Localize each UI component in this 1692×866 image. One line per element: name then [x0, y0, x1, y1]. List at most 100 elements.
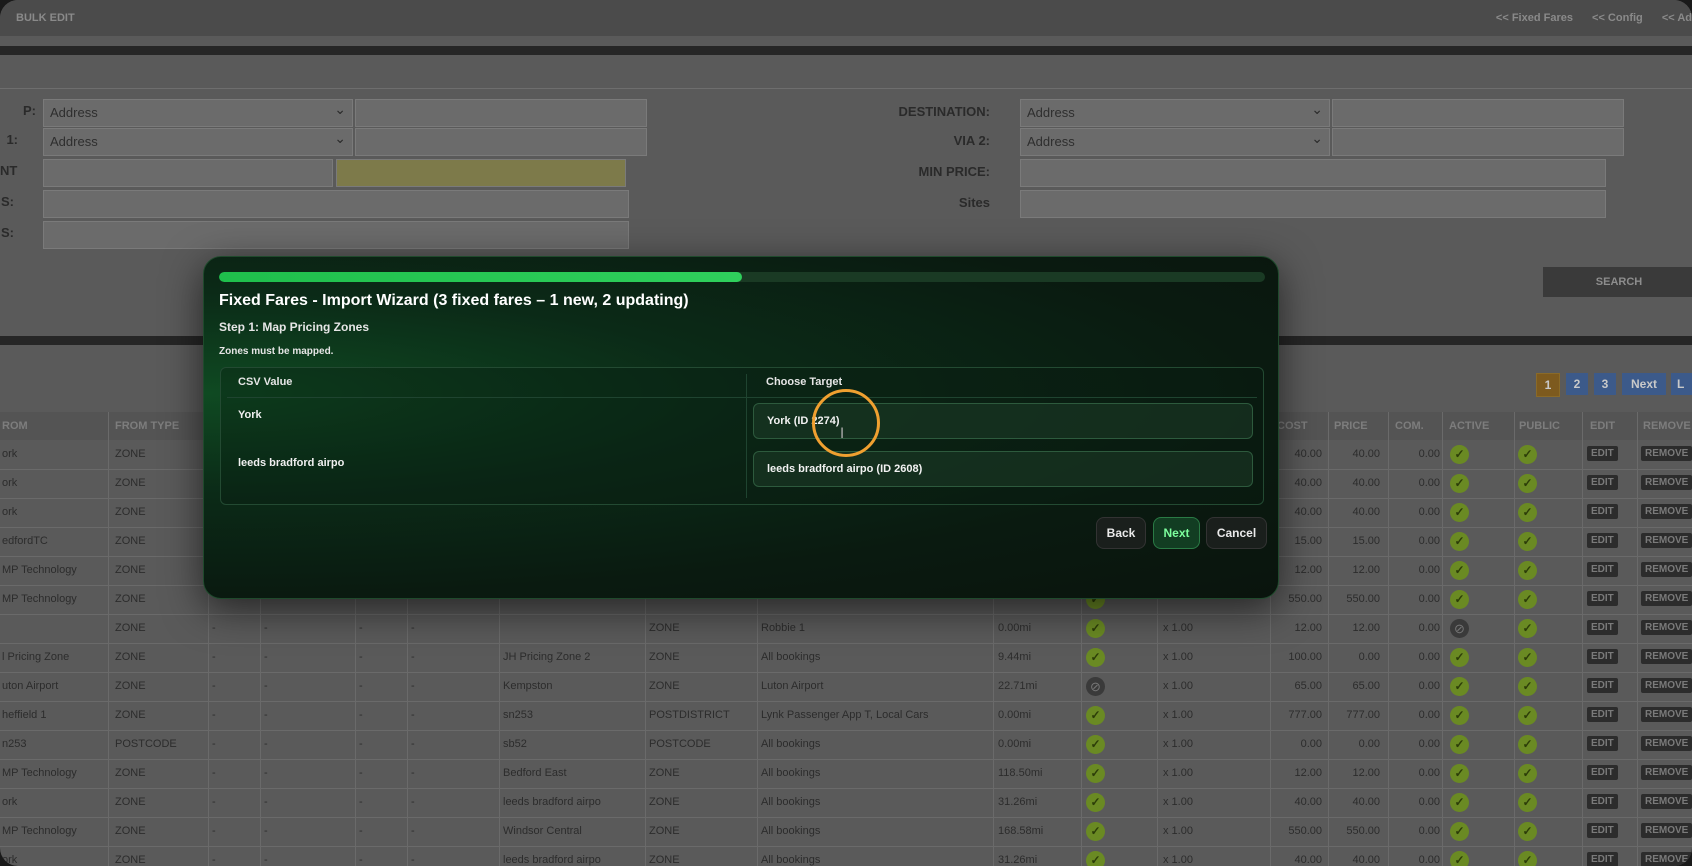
active-check-icon[interactable]: ✓	[1450, 532, 1469, 551]
remove-button[interactable]: REMOVE	[1641, 533, 1692, 548]
edit-button[interactable]: EDIT	[1587, 591, 1618, 606]
active-check-icon[interactable]: ✓	[1450, 648, 1469, 667]
remove-button[interactable]: REMOVE	[1641, 562, 1692, 577]
destination-type-select[interactable]: Address	[1020, 99, 1330, 127]
remove-button[interactable]: REMOVE	[1641, 504, 1692, 519]
page-1-button[interactable]: 1	[1536, 373, 1560, 397]
active-check-icon[interactable]: ✓	[1450, 445, 1469, 464]
active-check-icon[interactable]: ✓	[1450, 677, 1469, 696]
top-bar: BULK EDIT << Fixed Fares << Config << Ad	[0, 0, 1692, 36]
back-button[interactable]: Back	[1096, 517, 1146, 549]
sites-input[interactable]	[1020, 190, 1606, 218]
via1-type-select[interactable]: Address	[43, 128, 353, 156]
link-config[interactable]: << Config	[1592, 12, 1643, 24]
public-check-icon[interactable]: ✓	[1518, 474, 1537, 493]
remove-button[interactable]: REMOVE	[1641, 707, 1692, 722]
public-check-icon[interactable]: ✓	[1518, 648, 1537, 667]
cell-from-type: ZONE	[115, 448, 146, 460]
edit-button[interactable]: EDIT	[1587, 562, 1618, 577]
remove-button[interactable]: REMOVE	[1641, 649, 1692, 664]
edit-button[interactable]: EDIT	[1587, 794, 1618, 809]
remove-button[interactable]: REMOVE	[1641, 475, 1692, 490]
public-check-icon[interactable]: ✓	[1518, 764, 1537, 783]
public-check-icon[interactable]: ✓	[1518, 619, 1537, 638]
edit-button[interactable]: EDIT	[1587, 504, 1618, 519]
active-check-icon[interactable]: ✓	[1450, 822, 1469, 841]
remove-button[interactable]: REMOVE	[1641, 620, 1692, 635]
page-2-button[interactable]: 2	[1566, 373, 1588, 395]
edit-button[interactable]: EDIT	[1587, 852, 1618, 866]
account-input[interactable]	[43, 159, 333, 187]
active-check-icon[interactable]: ✓	[1450, 706, 1469, 725]
public-check-icon[interactable]: ✓	[1518, 503, 1537, 522]
pickup-type-select[interactable]: Address	[43, 99, 353, 127]
public-check-icon[interactable]: ✓	[1518, 851, 1537, 866]
via2-text-input[interactable]	[1332, 128, 1624, 156]
filter-label-min-price: MIN PRICE:	[918, 164, 991, 179]
public-check-icon[interactable]: ✓	[1518, 677, 1537, 696]
active-check-icon[interactable]: ✓	[1450, 590, 1469, 609]
link-admin[interactable]: << Ad	[1662, 12, 1692, 24]
active-check-icon[interactable]: ✓	[1450, 735, 1469, 754]
edit-button[interactable]: EDIT	[1587, 765, 1618, 780]
public-check-icon[interactable]: ✓	[1518, 822, 1537, 841]
public-check-icon[interactable]: ✓	[1518, 532, 1537, 551]
remove-button[interactable]: REMOVE	[1641, 678, 1692, 693]
column-divider	[108, 412, 109, 866]
public-check-icon[interactable]: ✓	[1518, 561, 1537, 580]
col-header-price: PRICE	[1334, 420, 1368, 432]
via2-type-select[interactable]: Address	[1020, 128, 1330, 156]
edit-button[interactable]: EDIT	[1587, 678, 1618, 693]
page-3-button[interactable]: 3	[1594, 373, 1616, 395]
next-page-button[interactable]: Next	[1622, 373, 1666, 395]
cell-com: 0.00	[1418, 709, 1440, 721]
edit-button[interactable]: EDIT	[1587, 620, 1618, 635]
remove-button[interactable]: REMOVE	[1641, 852, 1692, 866]
active-check-icon[interactable]: ✓	[1450, 764, 1469, 783]
filter-row5-input[interactable]	[43, 221, 629, 249]
remove-button[interactable]: REMOVE	[1641, 446, 1692, 461]
filter-row4-input[interactable]	[43, 190, 629, 218]
edit-button[interactable]: EDIT	[1587, 475, 1618, 490]
active-check-icon[interactable]: ✓	[1450, 851, 1469, 866]
cell-cost: 12.00	[1294, 622, 1322, 634]
target-select-2[interactable]: leeds bradford airpo (ID 2608)	[753, 451, 1253, 487]
account-lookup-field[interactable]	[336, 159, 626, 187]
public-check-icon[interactable]: ✓	[1518, 706, 1537, 725]
active-check-icon[interactable]: ✓	[1450, 793, 1469, 812]
edit-button[interactable]: EDIT	[1587, 736, 1618, 751]
active-check-icon[interactable]: ✓	[1450, 561, 1469, 580]
edit-button[interactable]: EDIT	[1587, 446, 1618, 461]
search-button[interactable]: SEARCH	[1543, 267, 1692, 297]
active-check-icon[interactable]: ✓	[1450, 474, 1469, 493]
cell-from-type: ZONE	[115, 651, 146, 663]
destination-text-input[interactable]	[1332, 99, 1624, 127]
remove-button[interactable]: REMOVE	[1641, 736, 1692, 751]
active-check-icon[interactable]: ✓	[1450, 503, 1469, 522]
inactive-icon[interactable]: ⊘	[1450, 619, 1469, 638]
pickup-text-input[interactable]	[355, 99, 647, 127]
remove-button[interactable]: REMOVE	[1641, 794, 1692, 809]
cell-to-type: ZONE	[649, 651, 680, 663]
remove-button[interactable]: REMOVE	[1641, 591, 1692, 606]
edit-button[interactable]: EDIT	[1587, 823, 1618, 838]
min-price-input[interactable]	[1020, 159, 1606, 187]
filter-label-via2: VIA 2:	[953, 133, 990, 148]
link-fixed-fares[interactable]: << Fixed Fares	[1496, 12, 1573, 24]
target-select-1[interactable]: York (ID 2274)	[753, 403, 1253, 439]
remove-button[interactable]: REMOVE	[1641, 765, 1692, 780]
public-check-icon[interactable]: ✓	[1518, 793, 1537, 812]
edit-button[interactable]: EDIT	[1587, 533, 1618, 548]
public-check-icon[interactable]: ✓	[1518, 735, 1537, 754]
cell-from: MP Technology	[2, 825, 77, 837]
public-check-icon[interactable]: ✓	[1518, 590, 1537, 609]
edit-button[interactable]: EDIT	[1587, 649, 1618, 664]
edit-button[interactable]: EDIT	[1587, 707, 1618, 722]
filter-label-pickup: P:	[23, 103, 36, 118]
cancel-button[interactable]: Cancel	[1206, 517, 1267, 549]
next-button[interactable]: Next	[1153, 517, 1200, 549]
public-check-icon[interactable]: ✓	[1518, 445, 1537, 464]
remove-button[interactable]: REMOVE	[1641, 823, 1692, 838]
last-page-button[interactable]: L	[1671, 373, 1692, 395]
via1-text-input[interactable]	[355, 128, 647, 156]
